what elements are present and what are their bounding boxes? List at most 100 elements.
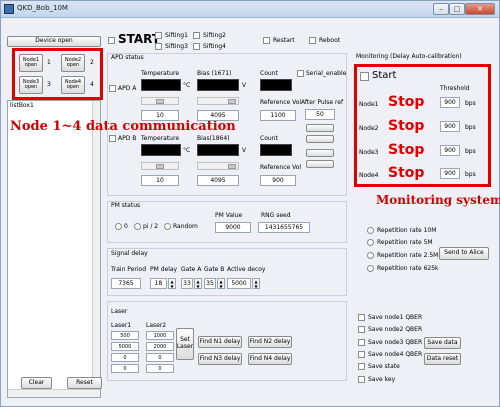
pm-delay-stepper[interactable]: ▲ ▼ [168,278,176,289]
listbox[interactable]: listBox1 [7,100,101,398]
save-key-checkbox[interactable] [358,376,365,383]
rate-5m-radio[interactable] [367,239,374,246]
device-open-button[interactable]: Device open [7,36,101,47]
sifting2-checkbox[interactable] [193,32,200,39]
sifting1-label: Sifting1 [165,32,188,39]
sifting4-checkbox[interactable] [193,43,200,50]
apd-b-bias-slider[interactable] [197,162,239,170]
find-n3-delay-button[interactable]: Find N3 delay [198,353,242,365]
apd-aux-button-3[interactable] [306,149,334,157]
laser2-value-4[interactable]: 0 [146,364,174,373]
apd-a-checkbox[interactable] [109,85,116,92]
send-to-alice-button[interactable]: Send to Alice [439,247,489,260]
pm-delay-input[interactable]: 18 [150,278,167,289]
maximize-button[interactable]: □ [449,3,465,15]
listbox-label: listBox1 [10,102,34,109]
reboot-label: Reboot [319,37,341,44]
apd-aux-button-4[interactable] [306,160,334,168]
gate-b-input[interactable]: 35 [204,278,216,289]
pm-radio-pi2-label: pi / 2 [143,223,159,230]
laser1-value-2[interactable]: 5000 [111,342,139,351]
pm-radio-random[interactable] [164,223,171,230]
apd-b-temp-unit: °C [183,147,191,154]
pm-radio-0[interactable] [115,223,122,230]
monitor-start-label: Start [372,70,397,81]
node3-threshold-input[interactable]: 900 [440,145,460,156]
rate-10m-radio[interactable] [367,227,374,234]
sifting2-label: Sifting2 [203,32,226,39]
after-pulse-input[interactable]: 50 [305,109,335,120]
reset-button[interactable]: Reset [67,377,102,389]
laser2-value-1[interactable]: 1000 [146,331,174,340]
apd-a-bias-input[interactable]: 4095 [197,110,239,121]
rate-2-5m-radio[interactable] [367,252,374,259]
node2-threshold-input[interactable]: 900 [440,121,460,132]
active-decoy-input[interactable]: 5000 [227,278,251,289]
save-node4-qber-checkbox[interactable] [358,351,365,358]
listbox-hscroll[interactable] [8,389,100,397]
restart-checkbox[interactable] [263,37,270,44]
save-data-button[interactable]: Save data [424,337,461,349]
minimize-button[interactable]: – [433,3,449,15]
node1-threshold-input[interactable]: 900 [440,97,460,108]
pm-value-label: PM Value [215,212,243,219]
pm-value-input[interactable]: 9000 [215,222,251,233]
apd-aux-button-1[interactable] [306,124,334,132]
rate-625k-radio[interactable] [367,265,374,272]
serial-enable-checkbox[interactable] [297,70,304,77]
apd-a-bias-slider[interactable] [197,97,239,105]
reboot-checkbox[interactable] [309,37,316,44]
rng-seed-input[interactable]: 1431655765 [258,222,310,233]
set-laser-button[interactable]: Set Laser [176,328,194,360]
apd-b-temp-input[interactable]: 10 [141,175,179,186]
apd-b-bias-label: Bias(1864) [197,135,230,142]
node4-unit: bps [465,171,476,178]
apd-b-bias-input[interactable]: 4095 [197,175,239,186]
apd-b-checkbox[interactable] [109,135,116,142]
gate-a-stepper[interactable]: ▲ ▼ [194,278,202,289]
save-node1-qber-checkbox[interactable] [358,314,365,321]
pm-radio-pi2[interactable] [134,223,141,230]
apd-aux-button-2[interactable] [306,135,334,143]
laser2-value-2[interactable]: 2000 [146,342,174,351]
apd-b-count-display [260,144,292,156]
save-node2-qber-checkbox[interactable] [358,326,365,333]
find-n4-delay-button[interactable]: Find N4 delay [248,353,292,365]
start-checkbox[interactable] [108,37,115,44]
apd-a-temp-slider[interactable] [141,97,179,105]
apd-a-temp-input[interactable]: 10 [141,110,179,121]
apd-b-temp-display [141,144,181,156]
pm-radio-0-label: 0 [124,223,128,230]
active-decoy-stepper[interactable]: ▲ ▼ [252,278,260,289]
save-state-checkbox[interactable] [358,363,365,370]
node4-threshold-input[interactable]: 900 [440,168,460,179]
laser2-value-3[interactable]: 0 [146,353,174,362]
close-button[interactable]: ✕ [465,3,495,15]
apd-b-label: APD B [118,135,137,142]
listbox-vscroll[interactable] [92,101,100,389]
apd-a-temp-label: Temperature [141,70,180,77]
apd-b-temp-slider[interactable] [141,162,179,170]
monitor-start-checkbox[interactable] [360,72,369,81]
find-n2-delay-button[interactable]: Find N2 delay [248,336,292,348]
sifting1-checkbox[interactable] [155,32,162,39]
data-reset-button[interactable]: Data reset [424,353,461,365]
laser1-value-1[interactable]: 500 [111,331,139,340]
gate-b-stepper[interactable]: ▲ ▼ [217,278,225,289]
sifting3-checkbox[interactable] [155,43,162,50]
start-label: START [118,32,161,46]
laser1-value-3[interactable]: 0 [111,353,139,362]
train-period-input[interactable]: 7365 [111,278,141,289]
apd-a-count-label: Count [260,70,278,77]
gate-a-input[interactable]: 33 [181,278,193,289]
clear-button[interactable]: Clear [21,377,52,389]
apd-a-ref-input[interactable]: 1100 [260,110,296,121]
save-state-label: Save state [368,363,400,370]
save-node3-qber-checkbox[interactable] [358,339,365,346]
laser1-value-4[interactable]: 0 [111,364,139,373]
find-n1-delay-button[interactable]: Find N1 delay [198,336,242,348]
save-node1-qber-label: Save node1 QBER [368,314,423,321]
node-highlight-box [12,48,103,100]
node3-status: Stop [388,142,425,158]
apd-b-ref-input[interactable]: 900 [260,175,296,186]
